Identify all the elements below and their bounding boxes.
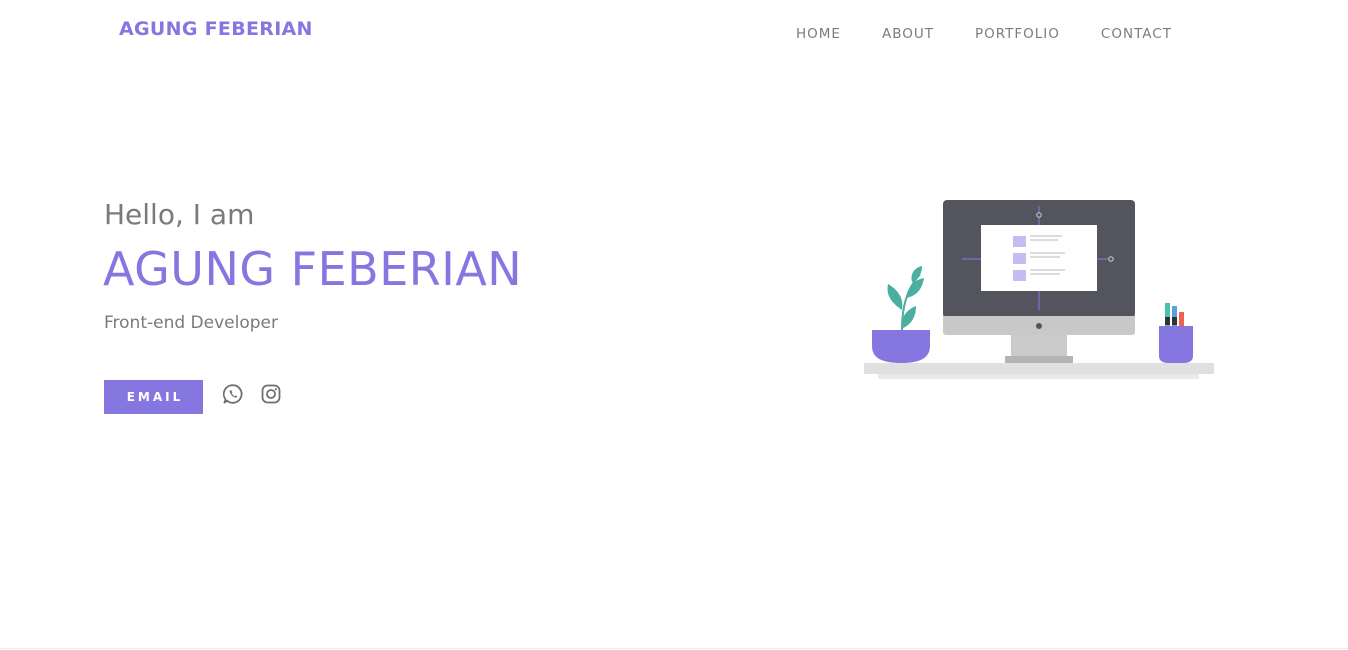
monitor-base bbox=[1005, 356, 1073, 363]
desk-computer-illustration bbox=[864, 200, 1214, 379]
pen-cup bbox=[1159, 326, 1193, 363]
nav-about[interactable]: ABOUT bbox=[882, 26, 934, 42]
monitor-neck bbox=[1011, 335, 1067, 356]
nav-home[interactable]: HOME bbox=[796, 26, 841, 42]
hero-name: AGUNG FEBERIAN bbox=[103, 242, 523, 296]
hero-role: Front-end Developer bbox=[104, 313, 278, 333]
whatsapp-link[interactable] bbox=[222, 383, 244, 405]
main-nav: HOME ABOUT PORTFOLIO CONTACT bbox=[796, 26, 1172, 42]
desk-shadow bbox=[878, 374, 1199, 379]
hero-greeting: Hello, I am bbox=[104, 198, 255, 231]
nav-portfolio[interactable]: PORTFOLIO bbox=[975, 26, 1060, 42]
page-divider bbox=[0, 648, 1348, 649]
email-button[interactable]: EMAIL bbox=[104, 380, 203, 414]
pencil bbox=[1165, 303, 1170, 329]
whatsapp-icon bbox=[222, 384, 243, 404]
page: AGUNG FEBERIAN HOME ABOUT PORTFOLIO CONT… bbox=[0, 0, 1348, 650]
brand-logo[interactable]: AGUNG FEBERIAN bbox=[119, 18, 313, 40]
pencil-tip bbox=[1172, 317, 1177, 325]
instagram-icon bbox=[261, 384, 281, 404]
monitor-button bbox=[1036, 323, 1042, 329]
instagram-link[interactable] bbox=[260, 383, 282, 405]
nav-contact[interactable]: CONTACT bbox=[1101, 26, 1172, 42]
plant-pot bbox=[872, 330, 930, 363]
pencil-tip bbox=[1165, 317, 1170, 325]
plant-leaf bbox=[887, 284, 903, 310]
desk-top bbox=[864, 363, 1214, 374]
